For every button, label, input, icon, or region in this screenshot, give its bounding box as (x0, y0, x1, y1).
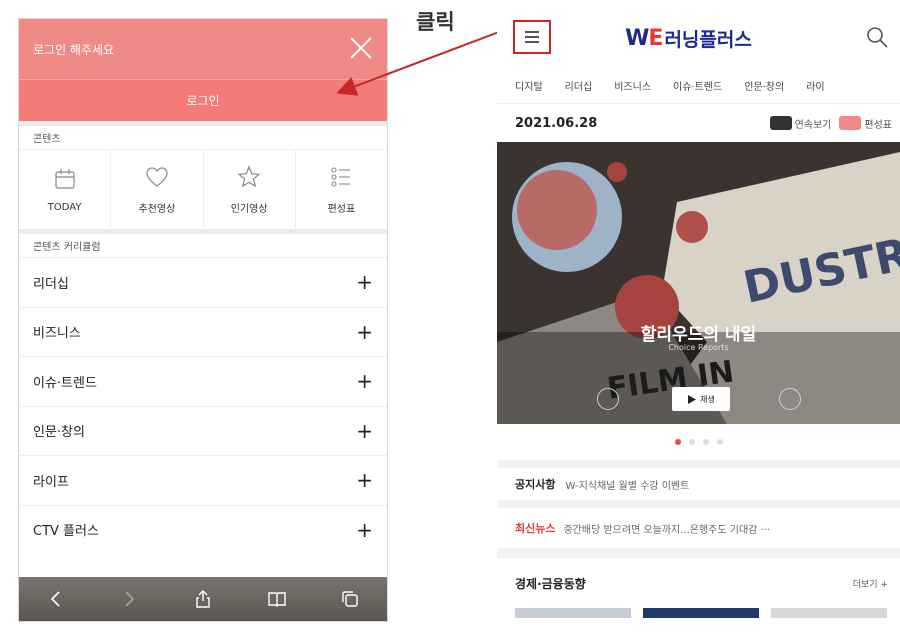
contents-item-schedule[interactable]: 편성표 (296, 150, 387, 229)
heart-icon (146, 167, 168, 187)
camera-icon[interactable] (597, 388, 619, 410)
schedule-button[interactable]: 편성표 (839, 116, 892, 131)
economy-thumbnails (497, 608, 900, 618)
carousel-indicator (497, 424, 900, 460)
list-icon (331, 167, 351, 187)
curriculum-item-issue-trend[interactable]: 이슈·트렌드 + (19, 356, 387, 406)
banner-subtitle: Choice Reports (668, 343, 729, 352)
plus-icon[interactable]: + (356, 518, 373, 542)
plus-icon[interactable]: + (356, 419, 373, 443)
contents-item-label: 편성표 (327, 204, 356, 215)
curriculum-item-ctv-plus[interactable]: CTV 플러스 + (19, 504, 387, 555)
forward-icon[interactable] (115, 585, 143, 613)
curriculum-list: 리더십 + 비즈니스 + 이슈·트렌드 + 인문·창의 + 라이프 + CTV 플러스 + (19, 257, 387, 554)
repeat-icon (769, 116, 792, 130)
curriculum-section-title: 콘텐츠 커리큘럼 (19, 229, 387, 257)
curriculum-item-label: 리더십 (33, 276, 69, 292)
contents-item-label: 인기영상 (230, 204, 268, 215)
continuous-play-button[interactable]: 연속보기 (769, 116, 832, 131)
schedule-icon (839, 116, 862, 130)
bookmarks-icon[interactable] (263, 585, 291, 613)
curriculum-item-life[interactable]: 라이프 + (19, 455, 387, 505)
contents-grid: TODAY 추천영상 인기영상 편성표 (19, 149, 387, 229)
hamburger-menu-icon[interactable] (513, 20, 551, 54)
tab-business[interactable]: 비즈니스 (614, 78, 651, 103)
curriculum-item-label: 인문·창의 (33, 425, 85, 441)
schedule-label: 편성표 (864, 119, 892, 131)
tabs-icon[interactable] (336, 585, 364, 613)
notice-text: W-지식채널 월별 수강 이벤트 (565, 480, 690, 492)
login-button[interactable]: 로그인 (19, 79, 387, 121)
close-icon[interactable] (347, 34, 375, 62)
news-label: 최신뉴스 (515, 522, 556, 535)
brand-logo[interactable]: WE 러닝플러스 (625, 25, 752, 52)
contents-item-label: 추천영상 (138, 204, 176, 215)
carousel-dot[interactable] (716, 439, 723, 445)
notice-row[interactable]: 공지사항 W-지식채널 월별 수강 이벤트 (497, 460, 900, 508)
play-button[interactable]: 재생 (672, 387, 730, 411)
click-annotation-label: 클릭 (416, 10, 455, 34)
category-tabs: 디지털 리더십 비즈니스 이슈·트렌드 인문·창의 라이 (497, 66, 900, 104)
curriculum-item-humanities[interactable]: 인문·창의 + (19, 405, 387, 456)
tab-digital[interactable]: 디지털 (515, 78, 543, 103)
calendar-icon (55, 169, 75, 189)
contents-item-recommended[interactable]: 추천영상 (111, 150, 204, 229)
curriculum-item-label: CTV 플러스 (33, 524, 99, 540)
tab-leadership[interactable]: 리더십 (565, 78, 593, 103)
home-screen: WE 러닝플러스 디지털 리더십 비즈니스 이슈·트렌드 인문·창의 라이 20… (497, 10, 900, 637)
curriculum-item-label: 이슈·트렌드 (33, 375, 97, 391)
contents-item-popular[interactable]: 인기영상 (204, 150, 296, 229)
economy-section-title: 경제·금융동향 (515, 576, 586, 591)
tab-humanities[interactable]: 인문·창의 (744, 78, 784, 103)
plus-icon[interactable]: + (356, 320, 373, 344)
browser-toolbar (19, 577, 387, 621)
tab-issue-trend[interactable]: 이슈·트렌드 (673, 78, 722, 103)
news-text: 중간배당 받으려면 오늘까지...은행주도 기대감 ··· (563, 524, 771, 536)
carousel-dot[interactable] (688, 439, 695, 445)
latest-news-row[interactable]: 최신뉴스 중간배당 받으려면 오늘까지...은행주도 기대감 ··· (497, 508, 900, 558)
plus-icon[interactable]: + (356, 468, 373, 492)
back-icon[interactable] (42, 585, 70, 613)
thumbnail[interactable] (643, 608, 759, 618)
economy-section-header: 경제·금융동향 더보기 + (497, 558, 900, 608)
plus-icon[interactable]: + (356, 270, 373, 294)
contents-item-today[interactable]: TODAY (19, 150, 112, 229)
carousel-dot[interactable] (674, 439, 681, 445)
curriculum-item-business[interactable]: 비즈니스 + (19, 306, 387, 357)
tab-life[interactable]: 라이 (806, 78, 824, 103)
star-icon (237, 165, 261, 188)
continuous-play-label: 연속보기 (794, 119, 832, 131)
banner-title: 할리우드의 내일 (640, 325, 757, 345)
menu-header: 로그인 해주세요 (19, 19, 387, 79)
plus-icon[interactable]: + (356, 369, 373, 393)
info-icon[interactable] (779, 388, 801, 410)
play-icon (688, 394, 697, 404)
logo-mark: WE (625, 25, 663, 51)
play-label: 재생 (700, 394, 715, 404)
login-prompt: 로그인 해주세요 (33, 42, 115, 57)
date-label: 2021.06.28 (515, 115, 598, 131)
more-link[interactable]: 더보기 + (853, 577, 888, 590)
curriculum-item-leadership[interactable]: 리더십 + (19, 257, 387, 307)
share-icon[interactable] (189, 585, 217, 613)
contents-section-title: 콘텐츠 (19, 121, 387, 149)
thumbnail[interactable] (515, 608, 631, 618)
banner-artwork: DUSTRY FILM IN (497, 142, 900, 424)
search-icon[interactable] (864, 24, 890, 50)
logo-text: 러닝플러스 (664, 28, 752, 51)
date-bar: 2021.06.28 연속보기 편성표 (497, 104, 900, 142)
featured-banner[interactable]: DUSTRY FILM IN 할리우드의 내일 Choice Reports 재… (497, 142, 900, 424)
side-menu-screen: 로그인 해주세요 로그인 콘텐츠 TODAY 추천영상 인기영상 편성표 콘텐츠… (18, 18, 388, 622)
thumbnail[interactable] (771, 608, 887, 618)
carousel-dot[interactable] (702, 439, 709, 445)
home-header: WE 러닝플러스 (497, 10, 900, 66)
contents-item-label: TODAY (47, 202, 82, 213)
curriculum-item-label: 라이프 (33, 474, 69, 490)
curriculum-item-label: 비즈니스 (33, 326, 81, 342)
notice-label: 공지사항 (515, 478, 556, 491)
